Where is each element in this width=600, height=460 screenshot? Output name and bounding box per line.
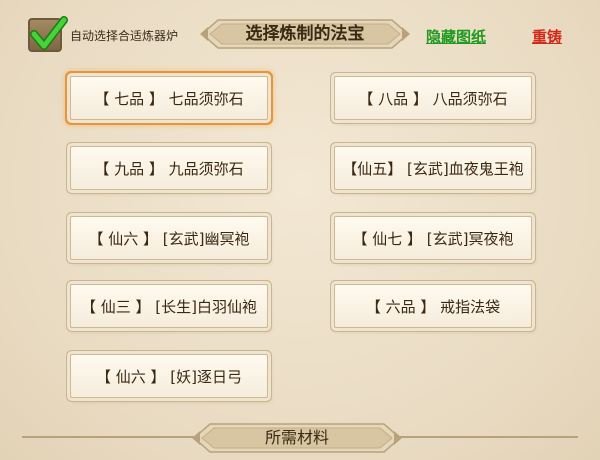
item-button-xuewu-guiwangpao[interactable]: 【仙五】 [玄武]血夜鬼王袍	[334, 146, 532, 190]
item-button-zhuri-gong[interactable]: 【 仙六 】 [妖]逐日弓	[70, 354, 268, 398]
auto-select-checkbox[interactable]	[28, 16, 68, 52]
hide-drawings-link[interactable]: 隐藏图纸	[426, 26, 486, 47]
recast-link[interactable]: 重铸	[532, 26, 562, 47]
item-button-qipin-xumishi[interactable]: 【 七品 】 七品须弥石	[70, 76, 268, 120]
divider-right	[394, 436, 578, 438]
page-title: 选择炼制的法宝	[245, 24, 365, 44]
item-button-mingyepao[interactable]: 【 仙七 】 [玄武]冥夜袍	[334, 216, 532, 260]
title-banner: 选择炼制的法宝	[200, 16, 410, 52]
item-button-baiyu-xianpao[interactable]: 【 仙三 】 [长生]白羽仙袍	[70, 284, 268, 328]
item-button-bapin-xumishi[interactable]: 【 八品 】 八品须弥石	[334, 76, 532, 120]
materials-title: 所需材料	[264, 428, 329, 447]
checkmark-icon	[30, 16, 68, 50]
forge-panel: 自动选择合适炼器炉 选择炼制的法宝 隐藏图纸 重铸 【 七品 】 七品须弥石 【…	[0, 0, 600, 460]
auto-select-label: 自动选择合适炼器炉	[70, 29, 179, 43]
item-button-jiezhi-fadai[interactable]: 【 六品 】 戒指法袋	[334, 284, 532, 328]
item-button-youmingpao[interactable]: 【 仙六 】 [玄武]幽冥袍	[70, 216, 268, 260]
item-button-jiupin-xumishi[interactable]: 【 九品 】 九品须弥石	[70, 146, 268, 190]
materials-banner: 所需材料	[192, 420, 402, 456]
divider-left	[22, 436, 202, 438]
